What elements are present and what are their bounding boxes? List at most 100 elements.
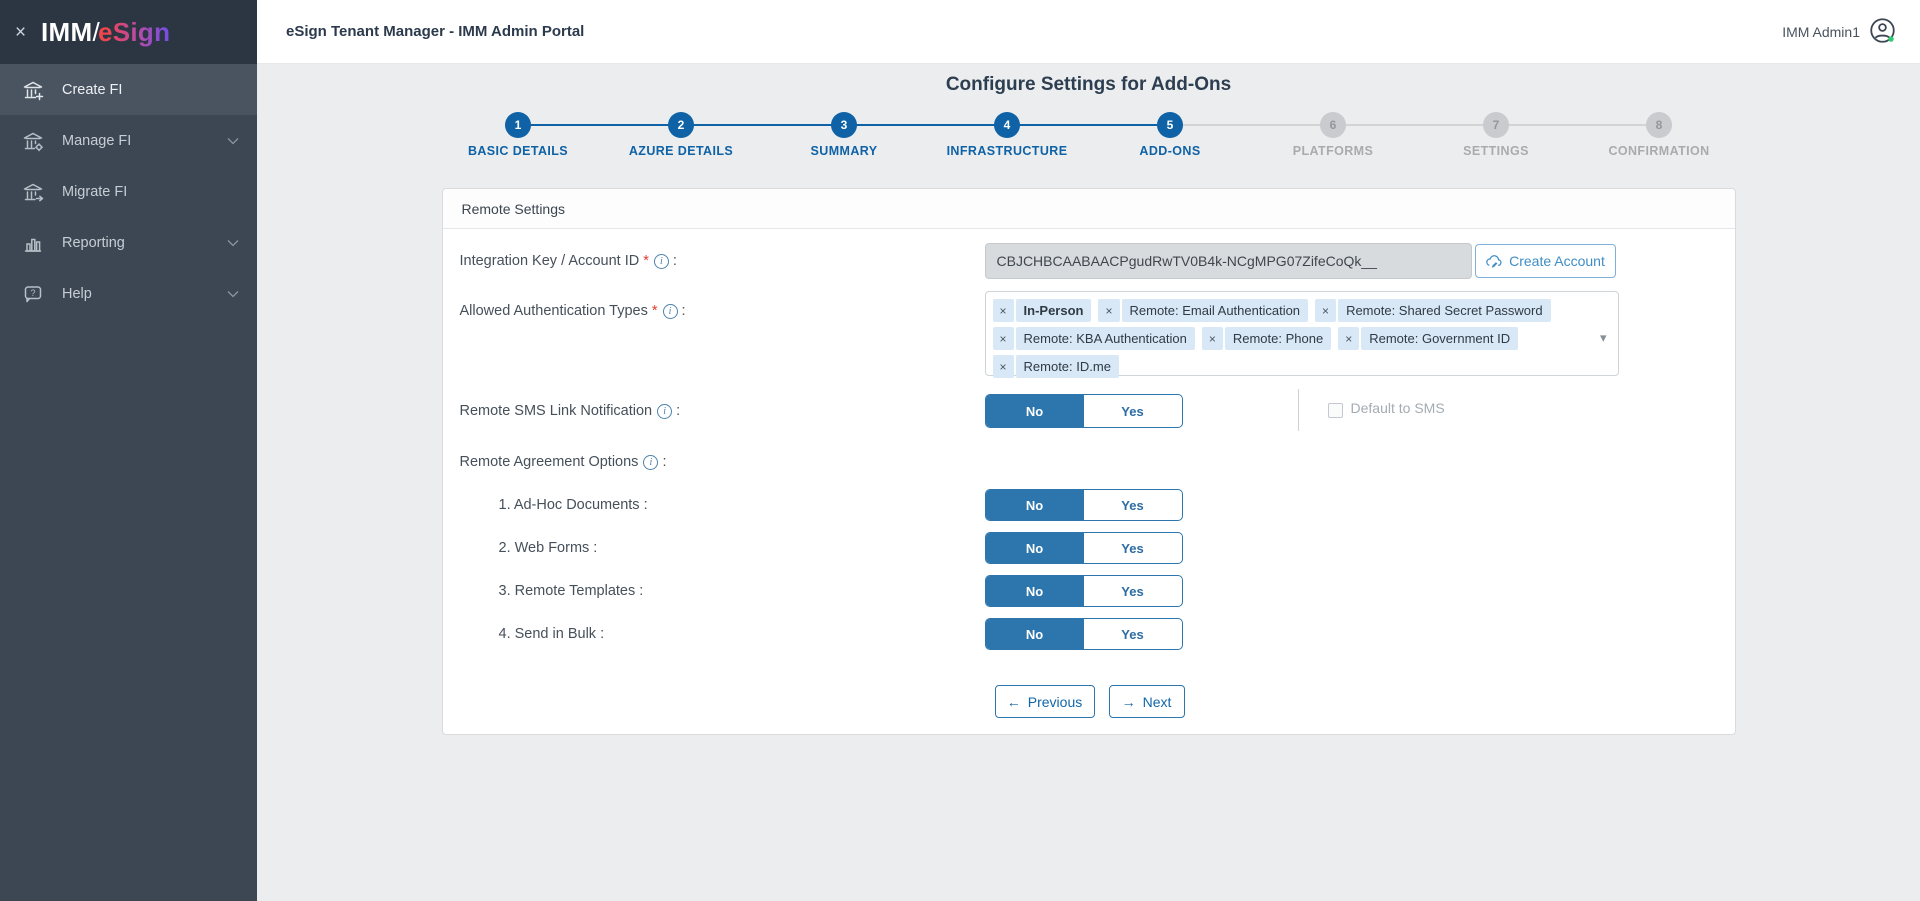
send-in-bulk-toggle-no[interactable]: No xyxy=(985,619,1084,649)
agreement-options-label: Remote Agreement Options i : xyxy=(459,454,667,470)
imm-esign-logo: IMM/eSign xyxy=(41,16,171,47)
auth-type-tag: × Remote: Government ID xyxy=(1338,327,1519,350)
step-label: PLATFORMS xyxy=(1292,144,1374,158)
chevron-down-icon xyxy=(227,239,239,247)
remote-templates-toggle: No Yes xyxy=(984,575,1183,607)
adhoc-documents-toggle: No Yes xyxy=(984,489,1183,521)
info-icon[interactable]: i xyxy=(643,454,659,470)
sidebar: × IMM/eSign Create FI Manage FI Migrate … xyxy=(0,0,257,901)
app-window: × IMM/eSign Create FI Manage FI Migrate … xyxy=(0,0,1920,901)
sms-toggle-yes[interactable]: Yes xyxy=(1084,395,1182,427)
sidebar-item-manage-fi[interactable]: Manage FI xyxy=(0,115,257,166)
sms-notification-toggle: No Yes xyxy=(984,394,1183,428)
option-remote-templates-label: 3. Remote Templates : xyxy=(498,583,644,599)
step-label: SETTINGS xyxy=(1463,144,1529,158)
send-in-bulk-toggle: No Yes xyxy=(984,618,1183,650)
sidebar-item-label: Migrate FI xyxy=(62,183,128,200)
remove-tag-icon[interactable]: × xyxy=(1201,327,1223,350)
step-label: BASIC DETAILS xyxy=(467,144,569,158)
option-send-in-bulk-label: 4. Send in Bulk : xyxy=(498,626,605,642)
auth-type-tag: × Remote: Email Authentication xyxy=(1098,299,1309,322)
adhoc-toggle-no[interactable]: No xyxy=(985,490,1084,520)
step-add-ons[interactable]: 5 ADD-ONS xyxy=(1019,112,1252,158)
step-circle: 6 xyxy=(1320,112,1346,138)
remove-tag-icon[interactable]: × xyxy=(992,299,1014,322)
sidebar-item-label: Manage FI xyxy=(62,132,132,149)
bar-chart-icon xyxy=(21,231,45,255)
step-label: SUMMARY xyxy=(810,144,878,158)
remove-tag-icon[interactable]: × xyxy=(992,355,1014,378)
bank-gear-icon xyxy=(21,129,45,153)
sidebar-collapse-icon[interactable]: × xyxy=(15,23,41,42)
send-in-bulk-toggle-yes[interactable]: Yes xyxy=(1084,619,1182,649)
auth-types-multiselect[interactable]: × In-Person × Remote: Email Authentication… xyxy=(984,291,1619,378)
remote-settings-panel: Remote Settings Integration Key / Accoun… xyxy=(441,188,1736,735)
step-infrastructure[interactable]: 4 INFRASTRUCTURE xyxy=(856,112,1089,158)
default-to-sms-label: Default to SMS xyxy=(1350,400,1445,416)
user-name: IMM Admin1 xyxy=(1782,23,1860,40)
web-forms-toggle: No Yes xyxy=(984,532,1183,564)
sidebar-item-help[interactable]: ? Help xyxy=(0,268,257,319)
step-circle: 1 xyxy=(505,112,531,138)
integration-key-input[interactable] xyxy=(984,243,1472,279)
step-circle: 5 xyxy=(1157,112,1183,138)
step-circle: 4 xyxy=(994,112,1020,138)
remove-tag-icon[interactable]: × xyxy=(1098,299,1120,322)
sms-toggle-no[interactable]: No xyxy=(985,395,1084,427)
remove-tag-icon[interactable]: × xyxy=(1338,327,1360,350)
sidebar-item-create-fi[interactable]: Create FI xyxy=(0,64,257,115)
step-confirmation[interactable]: 8 CONFIRMATION xyxy=(1508,112,1741,158)
sidebar-item-label: Create FI xyxy=(62,81,123,98)
top-header: eSign Tenant Manager - IMM Admin Portal … xyxy=(257,0,1920,64)
panel-title: Remote Settings xyxy=(442,189,1735,229)
sms-notification-label: Remote SMS Link Notification i : xyxy=(459,403,681,419)
step-label: CONFIRMATION xyxy=(1608,144,1710,158)
step-azure-details[interactable]: 2 AZURE DETAILS xyxy=(530,112,763,158)
adhoc-toggle-yes[interactable]: Yes xyxy=(1084,490,1182,520)
auth-type-tag: × Remote: Shared Secret Password xyxy=(1315,299,1551,322)
step-circle: 8 xyxy=(1646,112,1672,138)
remote-templates-toggle-no[interactable]: No xyxy=(985,576,1084,606)
chevron-down-icon xyxy=(227,290,239,298)
required-asterisk: * xyxy=(643,253,649,269)
remove-tag-icon[interactable]: × xyxy=(992,327,1014,350)
step-basic-details[interactable]: 1 BASIC DETAILS xyxy=(437,112,600,158)
user-menu[interactable]: IMM Admin1 xyxy=(1782,17,1896,47)
web-forms-toggle-no[interactable]: No xyxy=(985,533,1084,563)
step-settings[interactable]: 7 SETTINGS xyxy=(1345,112,1578,158)
auth-type-tag: × In-Person xyxy=(992,299,1092,322)
default-to-sms-checkbox[interactable] xyxy=(1327,403,1343,418)
step-platforms[interactable]: 6 PLATFORMS xyxy=(1182,112,1415,158)
user-avatar-icon xyxy=(1869,17,1896,47)
sidebar-item-migrate-fi[interactable]: Migrate FI xyxy=(0,166,257,217)
page-title: Configure Settings for Add-Ons xyxy=(945,74,1232,95)
info-icon[interactable]: i xyxy=(662,303,678,319)
info-icon[interactable]: i xyxy=(657,403,673,419)
remote-templates-toggle-yes[interactable]: Yes xyxy=(1084,576,1182,606)
web-forms-toggle-yes[interactable]: Yes xyxy=(1084,533,1182,563)
auth-type-tag: × Remote: ID.me xyxy=(992,355,1119,378)
step-summary[interactable]: 3 SUMMARY xyxy=(693,112,926,158)
bank-plus-icon xyxy=(21,78,45,102)
step-label: ADD-ONS xyxy=(1139,144,1201,158)
divider xyxy=(1297,389,1299,431)
arrow-right-icon: → xyxy=(1121,693,1136,710)
dropdown-caret-icon[interactable]: ▾ xyxy=(1600,330,1607,346)
cloud-pen-icon xyxy=(1485,254,1502,269)
step-circle: 3 xyxy=(831,112,857,138)
info-icon[interactable]: i xyxy=(653,253,669,269)
bank-arrow-icon xyxy=(21,180,45,204)
previous-button[interactable]: ← Previous xyxy=(994,685,1095,718)
sidebar-logo-bar: × IMM/eSign xyxy=(0,0,257,64)
integration-key-label: Integration Key / Account ID * i : xyxy=(459,253,677,269)
main-area: eSign Tenant Manager - IMM Admin Portal … xyxy=(257,0,1920,901)
sidebar-item-label: Reporting xyxy=(62,234,125,251)
help-bubble-icon: ? xyxy=(21,282,45,306)
wizard-stepper: 1 BASIC DETAILS 2 AZURE DETAILS 3 SUMMAR… xyxy=(257,112,1920,158)
arrow-left-icon: ← xyxy=(1006,693,1021,710)
required-asterisk: * xyxy=(651,303,658,319)
next-button[interactable]: → Next xyxy=(1108,685,1185,718)
remove-tag-icon[interactable]: × xyxy=(1315,299,1337,322)
create-account-button[interactable]: Create Account xyxy=(1474,244,1616,278)
sidebar-item-reporting[interactable]: Reporting xyxy=(0,217,257,268)
